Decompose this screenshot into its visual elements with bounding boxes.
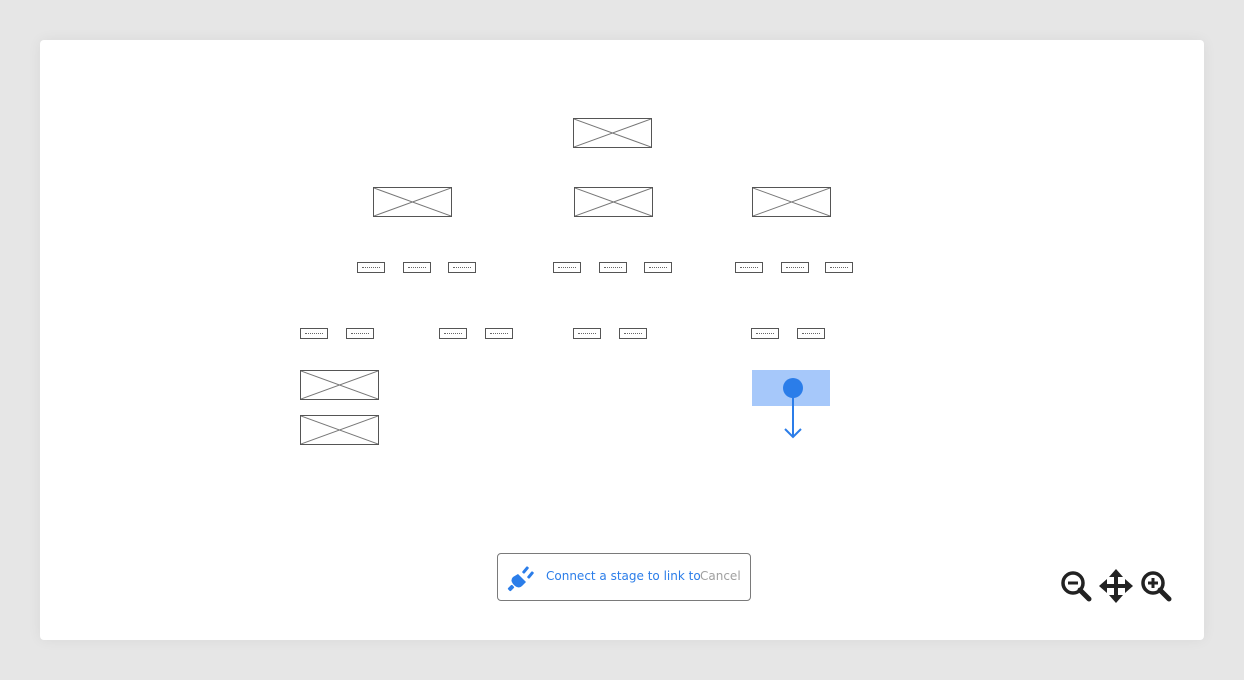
workflow-canvas[interactable]: Connect a stage to link to Cancel <box>40 40 1204 640</box>
stage-node-small[interactable] <box>346 328 374 339</box>
stage-node-small[interactable] <box>781 262 809 273</box>
stage-node-small[interactable] <box>735 262 763 273</box>
stage-node-small[interactable] <box>619 328 647 339</box>
stage-node[interactable] <box>373 187 452 217</box>
stage-node-small[interactable] <box>553 262 581 273</box>
plug-icon <box>507 566 534 592</box>
connect-stage-toast: Connect a stage to link to Cancel <box>497 553 751 601</box>
stage-node[interactable] <box>300 370 379 400</box>
stage-node-small[interactable] <box>439 328 467 339</box>
stage-node[interactable] <box>300 415 379 445</box>
cancel-link[interactable]: Cancel <box>700 569 741 583</box>
stage-node-small[interactable] <box>300 328 328 339</box>
stage-node-small[interactable] <box>751 328 779 339</box>
stage-node[interactable] <box>752 187 831 217</box>
stage-node-small[interactable] <box>644 262 672 273</box>
stage-node-small[interactable] <box>825 262 853 273</box>
stage-node-root[interactable] <box>573 118 652 148</box>
stage-node-small[interactable] <box>403 262 431 273</box>
link-connector-arrow-icon[interactable] <box>782 377 804 441</box>
stage-node-small[interactable] <box>357 262 385 273</box>
stage-node-small[interactable] <box>448 262 476 273</box>
stage-node-small[interactable] <box>485 328 513 339</box>
zoom-in-icon[interactable] <box>1138 568 1174 604</box>
zoom-controls <box>1058 568 1178 604</box>
stage-node-small[interactable] <box>797 328 825 339</box>
stage-node-small[interactable] <box>573 328 601 339</box>
move-icon[interactable] <box>1098 568 1134 604</box>
stage-node[interactable] <box>574 187 653 217</box>
zoom-out-icon[interactable] <box>1058 568 1094 604</box>
toast-message: Connect a stage to link to <box>546 569 701 583</box>
stage-node-small[interactable] <box>599 262 627 273</box>
